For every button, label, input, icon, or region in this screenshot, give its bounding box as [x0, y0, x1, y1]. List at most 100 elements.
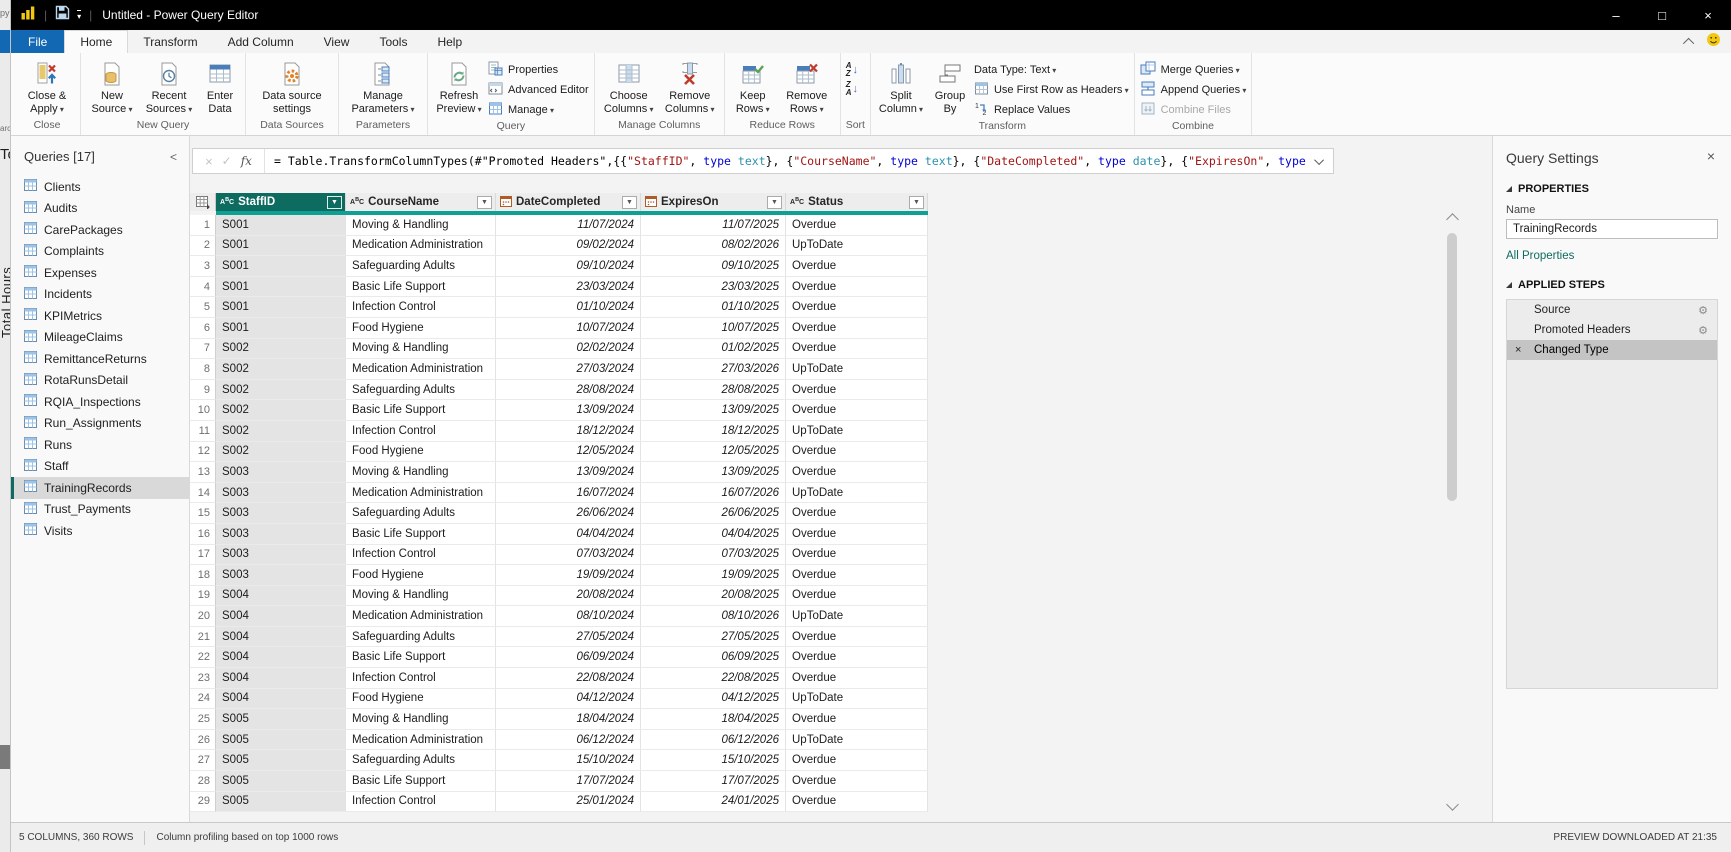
query-item[interactable]: Complaints — [11, 241, 189, 263]
tab-transform[interactable]: Transform — [128, 30, 212, 53]
table-cell[interactable]: S005 — [216, 729, 346, 751]
row-number-cell[interactable]: 14 — [190, 482, 216, 504]
table-cell[interactable]: Overdue — [786, 709, 928, 730]
query-item[interactable]: Incidents — [11, 284, 189, 306]
table-cell[interactable]: Infection Control — [346, 297, 496, 318]
table-cell[interactable]: S002 — [216, 420, 346, 442]
table-cell[interactable]: 08/10/2024 — [496, 606, 641, 627]
table-cell[interactable]: 13/09/2025 — [641, 462, 786, 483]
enter-data-button[interactable]: Enter Data — [200, 58, 240, 116]
table-cell[interactable]: 01/02/2025 — [641, 338, 786, 360]
table-cell[interactable]: Moving & Handling — [346, 215, 496, 236]
row-number-cell[interactable]: 19 — [190, 585, 216, 607]
table-cell[interactable]: Food Hygiene — [346, 317, 496, 339]
query-item[interactable]: Visits — [11, 520, 189, 542]
table-cell[interactable]: S001 — [216, 317, 346, 339]
close-query-settings-icon[interactable]: × — [1707, 148, 1715, 164]
table-cell[interactable]: Infection Control — [346, 544, 496, 566]
row-number-cell[interactable]: 5 — [190, 297, 216, 318]
table-cell[interactable]: Safeguarding Adults — [346, 750, 496, 772]
row-number-cell[interactable]: 26 — [190, 729, 216, 751]
table-cell[interactable]: 19/09/2025 — [641, 565, 786, 586]
applied-step[interactable]: × Changed Type — [1507, 340, 1717, 360]
table-cell[interactable]: Moving & Handling — [346, 585, 496, 607]
table-cell[interactable]: S001 — [216, 235, 346, 257]
table-cell[interactable]: Basic Life Support — [346, 647, 496, 669]
table-cell[interactable]: 18/04/2025 — [641, 709, 786, 730]
table-cell[interactable]: Overdue — [786, 379, 928, 401]
choose-columns-button[interactable]: Choose Columns — [600, 58, 658, 116]
close-button[interactable]: × — [1685, 0, 1731, 30]
table-cell[interactable]: S003 — [216, 544, 346, 566]
row-number-cell[interactable]: 4 — [190, 276, 216, 298]
column-header-datecompleted[interactable]: DateCompleted ▼ — [496, 193, 641, 211]
table-cell[interactable]: Overdue — [786, 771, 928, 792]
table-cell[interactable]: 09/10/2025 — [641, 256, 786, 277]
table-cell[interactable]: 22/08/2025 — [641, 668, 786, 689]
table-cell[interactable]: S004 — [216, 626, 346, 648]
table-cell[interactable]: 12/05/2025 — [641, 441, 786, 463]
table-cell[interactable]: 19/09/2024 — [496, 565, 641, 586]
column-header-expireson[interactable]: ExpiresOn ▼ — [641, 193, 786, 211]
step-settings-gear-icon[interactable]: ⚙ — [1698, 304, 1708, 317]
remove-rows-button[interactable]: Remove Rows — [779, 58, 835, 116]
table-cell[interactable]: Overdue — [786, 441, 928, 463]
table-cell[interactable]: 15/10/2024 — [496, 750, 641, 772]
table-cell[interactable]: 27/03/2026 — [641, 359, 786, 380]
expand-formula-bar-icon[interactable] — [1307, 149, 1333, 173]
query-item[interactable]: KPIMetrics — [11, 305, 189, 327]
collapse-queries-pane-icon[interactable]: < — [170, 150, 177, 164]
table-cell[interactable]: UpToDate — [786, 688, 928, 710]
row-number-cell[interactable]: 9 — [190, 379, 216, 401]
row-number-cell[interactable]: 3 — [190, 256, 216, 277]
tab-add-column[interactable]: Add Column — [213, 30, 309, 53]
table-cell[interactable]: 17/07/2024 — [496, 771, 641, 792]
query-item[interactable]: Runs — [11, 434, 189, 456]
close-and-apply-button[interactable]: Close & Apply — [19, 58, 75, 116]
query-item[interactable]: Expenses — [11, 262, 189, 284]
vertical-scrollbar[interactable] — [1446, 213, 1459, 811]
data-source-settings-button[interactable]: Data source settings — [251, 58, 333, 116]
row-number-cell[interactable]: 24 — [190, 688, 216, 710]
row-number-cell[interactable]: 22 — [190, 647, 216, 669]
delete-step-icon[interactable]: × — [1515, 344, 1521, 356]
row-number-cell[interactable]: 16 — [190, 523, 216, 545]
row-number-cell[interactable]: 7 — [190, 338, 216, 360]
table-cell[interactable]: 06/12/2024 — [496, 729, 641, 751]
row-number-cell[interactable]: 20 — [190, 606, 216, 627]
advanced-editor-button[interactable]: Advanced Editor — [488, 80, 589, 99]
properties-button[interactable]: Properties — [488, 60, 589, 79]
split-column-button[interactable]: Split Column — [876, 58, 926, 116]
table-cell[interactable]: 20/08/2025 — [641, 585, 786, 607]
table-cell[interactable]: Overdue — [786, 462, 928, 483]
manage-button[interactable]: Manage — [488, 100, 589, 119]
filter-dropdown-icon[interactable]: ▼ — [767, 195, 782, 209]
sort-ascending-button[interactable]: A Z ↓ — [846, 62, 858, 78]
query-item[interactable]: Staff — [11, 456, 189, 478]
table-cell[interactable]: Food Hygiene — [346, 565, 496, 586]
table-cell[interactable]: 04/04/2024 — [496, 523, 641, 545]
table-cell[interactable]: S001 — [216, 215, 346, 236]
row-number-cell[interactable]: 25 — [190, 709, 216, 730]
table-cell[interactable]: S004 — [216, 606, 346, 627]
merge-queries-button[interactable]: Merge Queries — [1140, 60, 1247, 79]
table-cell[interactable]: 04/12/2024 — [496, 688, 641, 710]
table-cell[interactable]: Infection Control — [346, 791, 496, 813]
filter-dropdown-icon[interactable]: ▼ — [622, 195, 637, 209]
table-cell[interactable]: 26/06/2025 — [641, 503, 786, 524]
table-cell[interactable]: S002 — [216, 441, 346, 463]
manage-parameters-button[interactable]: Manage Parameters — [344, 58, 422, 116]
query-name-input[interactable] — [1506, 219, 1718, 239]
table-cell[interactable]: 04/12/2025 — [641, 688, 786, 710]
table-cell[interactable]: Basic Life Support — [346, 523, 496, 545]
data-type-button[interactable]: Data Type: Text — [974, 60, 1129, 79]
row-number-cell[interactable]: 6 — [190, 317, 216, 339]
row-number-cell[interactable]: 27 — [190, 750, 216, 772]
remove-columns-button[interactable]: Remove Columns — [661, 58, 719, 116]
table-cell[interactable]: 26/06/2024 — [496, 503, 641, 524]
table-cell[interactable]: Overdue — [786, 668, 928, 689]
formula-commit-icon[interactable]: ✓ — [222, 154, 232, 168]
table-cell[interactable]: S003 — [216, 565, 346, 586]
tab-view[interactable]: View — [309, 30, 365, 53]
table-cell[interactable]: Overdue — [786, 256, 928, 277]
